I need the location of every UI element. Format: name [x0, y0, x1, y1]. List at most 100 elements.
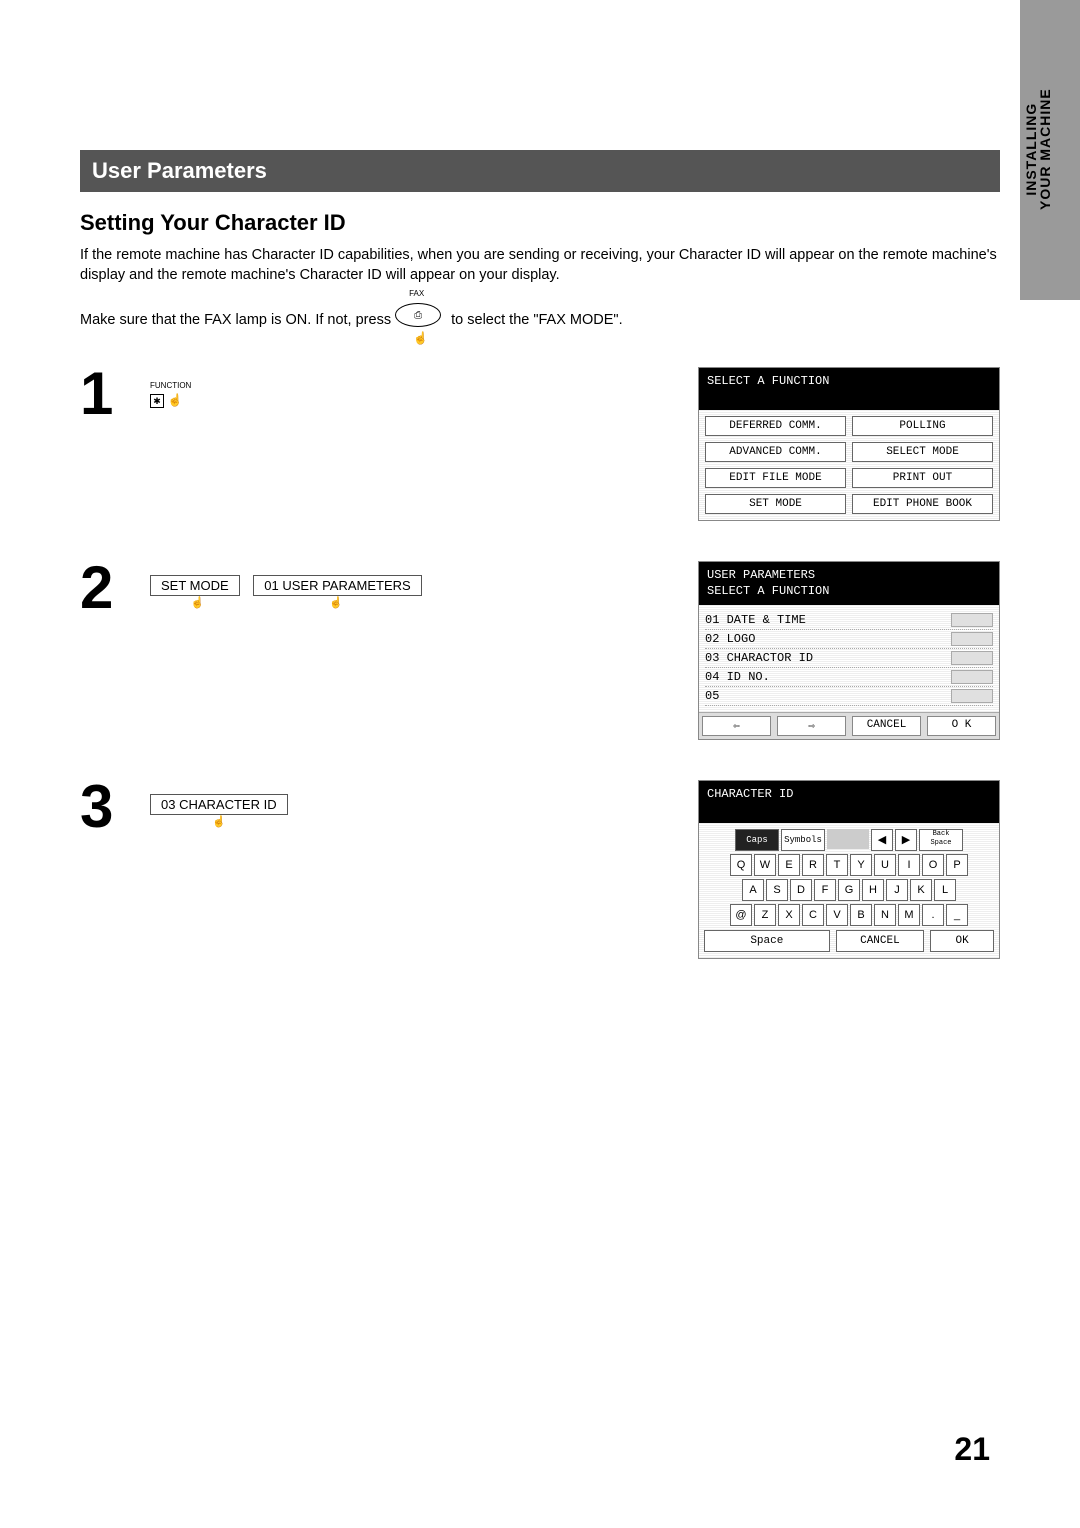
- fax-label: FAX: [409, 289, 424, 298]
- key-h[interactable]: H: [862, 879, 884, 901]
- right-arrow-key[interactable]: ▶: [895, 829, 917, 851]
- press-hand-icon: ☝: [168, 393, 183, 407]
- cancel-button[interactable]: CANCEL: [852, 716, 921, 736]
- btn-set-mode[interactable]: SET MODE: [705, 494, 846, 514]
- key-p[interactable]: P: [946, 854, 968, 876]
- key-underscore[interactable]: _: [946, 904, 968, 926]
- spacer: [827, 829, 869, 849]
- screen2-t2: SELECT A FUNCTION: [707, 584, 991, 600]
- btn-advanced-comm[interactable]: ADVANCED COMM.: [705, 442, 846, 462]
- intro-text: If the remote machine has Character ID c…: [80, 246, 1000, 285]
- select-box[interactable]: [951, 632, 993, 646]
- item-05[interactable]: 05: [705, 687, 993, 706]
- key-y[interactable]: Y: [850, 854, 872, 876]
- subtitle: Setting Your Character ID: [80, 210, 1000, 236]
- step2-num: 2: [80, 561, 150, 615]
- side-tab-text: INSTALLING YOUR MACHINE: [1024, 88, 1052, 210]
- btn-polling[interactable]: POLLING: [852, 416, 993, 436]
- backspace-key[interactable]: BackSpace: [919, 829, 963, 851]
- select-box[interactable]: [951, 670, 993, 684]
- page-number: 21: [954, 1431, 990, 1468]
- key-k[interactable]: K: [910, 879, 932, 901]
- item-id-no[interactable]: 04 ID NO.: [705, 668, 993, 687]
- key-d[interactable]: D: [790, 879, 812, 901]
- key-a[interactable]: A: [742, 879, 764, 901]
- screen1-title-text: SELECT A FUNCTION: [707, 374, 829, 388]
- next-arrow-button[interactable]: ⇨: [777, 716, 846, 736]
- li-4: 05: [705, 689, 719, 703]
- space-key[interactable]: Space: [704, 930, 830, 952]
- fax-oval-icon: ⎙: [395, 303, 441, 327]
- left-arrow-key[interactable]: ◀: [871, 829, 893, 851]
- step-3: 3 03 CHARACTER ID ☝ CHARACTER ID Caps Sy…: [80, 780, 1000, 959]
- li-0: 01 DATE & TIME: [705, 613, 806, 627]
- press-hand-icon: ☝: [329, 596, 343, 609]
- side-tab: INSTALLING YOUR MACHINE: [1020, 0, 1080, 300]
- step3-body: 03 CHARACTER ID ☝: [150, 780, 520, 815]
- key-o[interactable]: O: [922, 854, 944, 876]
- set-mode-label: SET MODE: [161, 578, 229, 593]
- key-x[interactable]: X: [778, 904, 800, 926]
- item-character-id[interactable]: 03 CHARACTOR ID: [705, 649, 993, 668]
- screen-user-parameters: USER PARAMETERS SELECT A FUNCTION 01 DAT…: [698, 561, 1000, 740]
- press-hand-icon: ☝: [212, 815, 226, 828]
- ok-button[interactable]: O K: [927, 716, 996, 736]
- key-b[interactable]: B: [850, 904, 872, 926]
- set-mode-button[interactable]: SET MODE ☝: [150, 575, 240, 596]
- item-logo[interactable]: 02 LOGO: [705, 630, 993, 649]
- select-box[interactable]: [951, 689, 993, 703]
- select-box[interactable]: [951, 613, 993, 627]
- press-hand-icon: ☝: [190, 596, 204, 609]
- key-w[interactable]: W: [754, 854, 776, 876]
- btn-edit-file-mode[interactable]: EDIT FILE MODE: [705, 468, 846, 488]
- li-3: 04 ID NO.: [705, 670, 770, 684]
- screen2-title: USER PARAMETERS SELECT A FUNCTION: [699, 562, 999, 605]
- btn-edit-phone-book[interactable]: EDIT PHONE BOOK: [852, 494, 993, 514]
- li-1: 02 LOGO: [705, 632, 755, 646]
- key-t[interactable]: T: [826, 854, 848, 876]
- btn-deferred-comm[interactable]: DEFERRED COMM.: [705, 416, 846, 436]
- btn-select-mode[interactable]: SELECT MODE: [852, 442, 993, 462]
- prev-arrow-button[interactable]: ⇦: [702, 716, 771, 736]
- caps-key[interactable]: Caps: [735, 829, 779, 851]
- screen3-title: CHARACTER ID: [699, 781, 999, 823]
- key-v[interactable]: V: [826, 904, 848, 926]
- key-at[interactable]: @: [730, 904, 752, 926]
- key-i[interactable]: I: [898, 854, 920, 876]
- key-r[interactable]: R: [802, 854, 824, 876]
- fax-button[interactable]: FAX ⎙ ☝: [395, 303, 447, 337]
- key-g[interactable]: G: [838, 879, 860, 901]
- key-n[interactable]: N: [874, 904, 896, 926]
- btn-print-out[interactable]: PRINT OUT: [852, 468, 993, 488]
- ok-key[interactable]: OK: [930, 930, 994, 952]
- cancel-key[interactable]: CANCEL: [836, 930, 925, 952]
- key-f[interactable]: F: [814, 879, 836, 901]
- user-parameters-button[interactable]: 01 USER PARAMETERS ☝: [253, 575, 421, 596]
- key-dot[interactable]: .: [922, 904, 944, 926]
- key-q[interactable]: Q: [730, 854, 752, 876]
- symbols-key[interactable]: Symbols: [781, 829, 825, 851]
- screen-select-function: SELECT A FUNCTION DEFERRED COMM. POLLING…: [698, 367, 1000, 521]
- step2-body: SET MODE ☝ 01 USER PARAMETERS ☝: [150, 561, 520, 596]
- key-c[interactable]: C: [802, 904, 824, 926]
- key-e[interactable]: E: [778, 854, 800, 876]
- li-2: 03 CHARACTOR ID: [705, 651, 813, 665]
- press-hand-icon: ☝: [413, 331, 428, 345]
- character-id-button[interactable]: 03 CHARACTER ID ☝: [150, 794, 288, 815]
- screen1-title: SELECT A FUNCTION: [699, 368, 999, 410]
- fax-pre: Make sure that the FAX lamp is ON. If no…: [80, 312, 391, 328]
- select-box[interactable]: [951, 651, 993, 665]
- key-j[interactable]: J: [886, 879, 908, 901]
- step-1: 1 FUNCTION ✱ ☝ SELECT A FUNCTION DEFERRE…: [80, 367, 1000, 521]
- user-parameters-label: 01 USER PARAMETERS: [264, 578, 410, 593]
- key-l[interactable]: L: [934, 879, 956, 901]
- key-s[interactable]: S: [766, 879, 788, 901]
- function-label: FUNCTION: [150, 381, 520, 390]
- item-date-time[interactable]: 01 DATE & TIME: [705, 611, 993, 630]
- key-m[interactable]: M: [898, 904, 920, 926]
- screen-keyboard: CHARACTER ID Caps Symbols ◀ ▶ BackSpace …: [698, 780, 1000, 959]
- screen3-title-text: CHARACTER ID: [707, 787, 793, 801]
- key-z[interactable]: Z: [754, 904, 776, 926]
- function-key-icon[interactable]: ✱: [150, 394, 164, 408]
- key-u[interactable]: U: [874, 854, 896, 876]
